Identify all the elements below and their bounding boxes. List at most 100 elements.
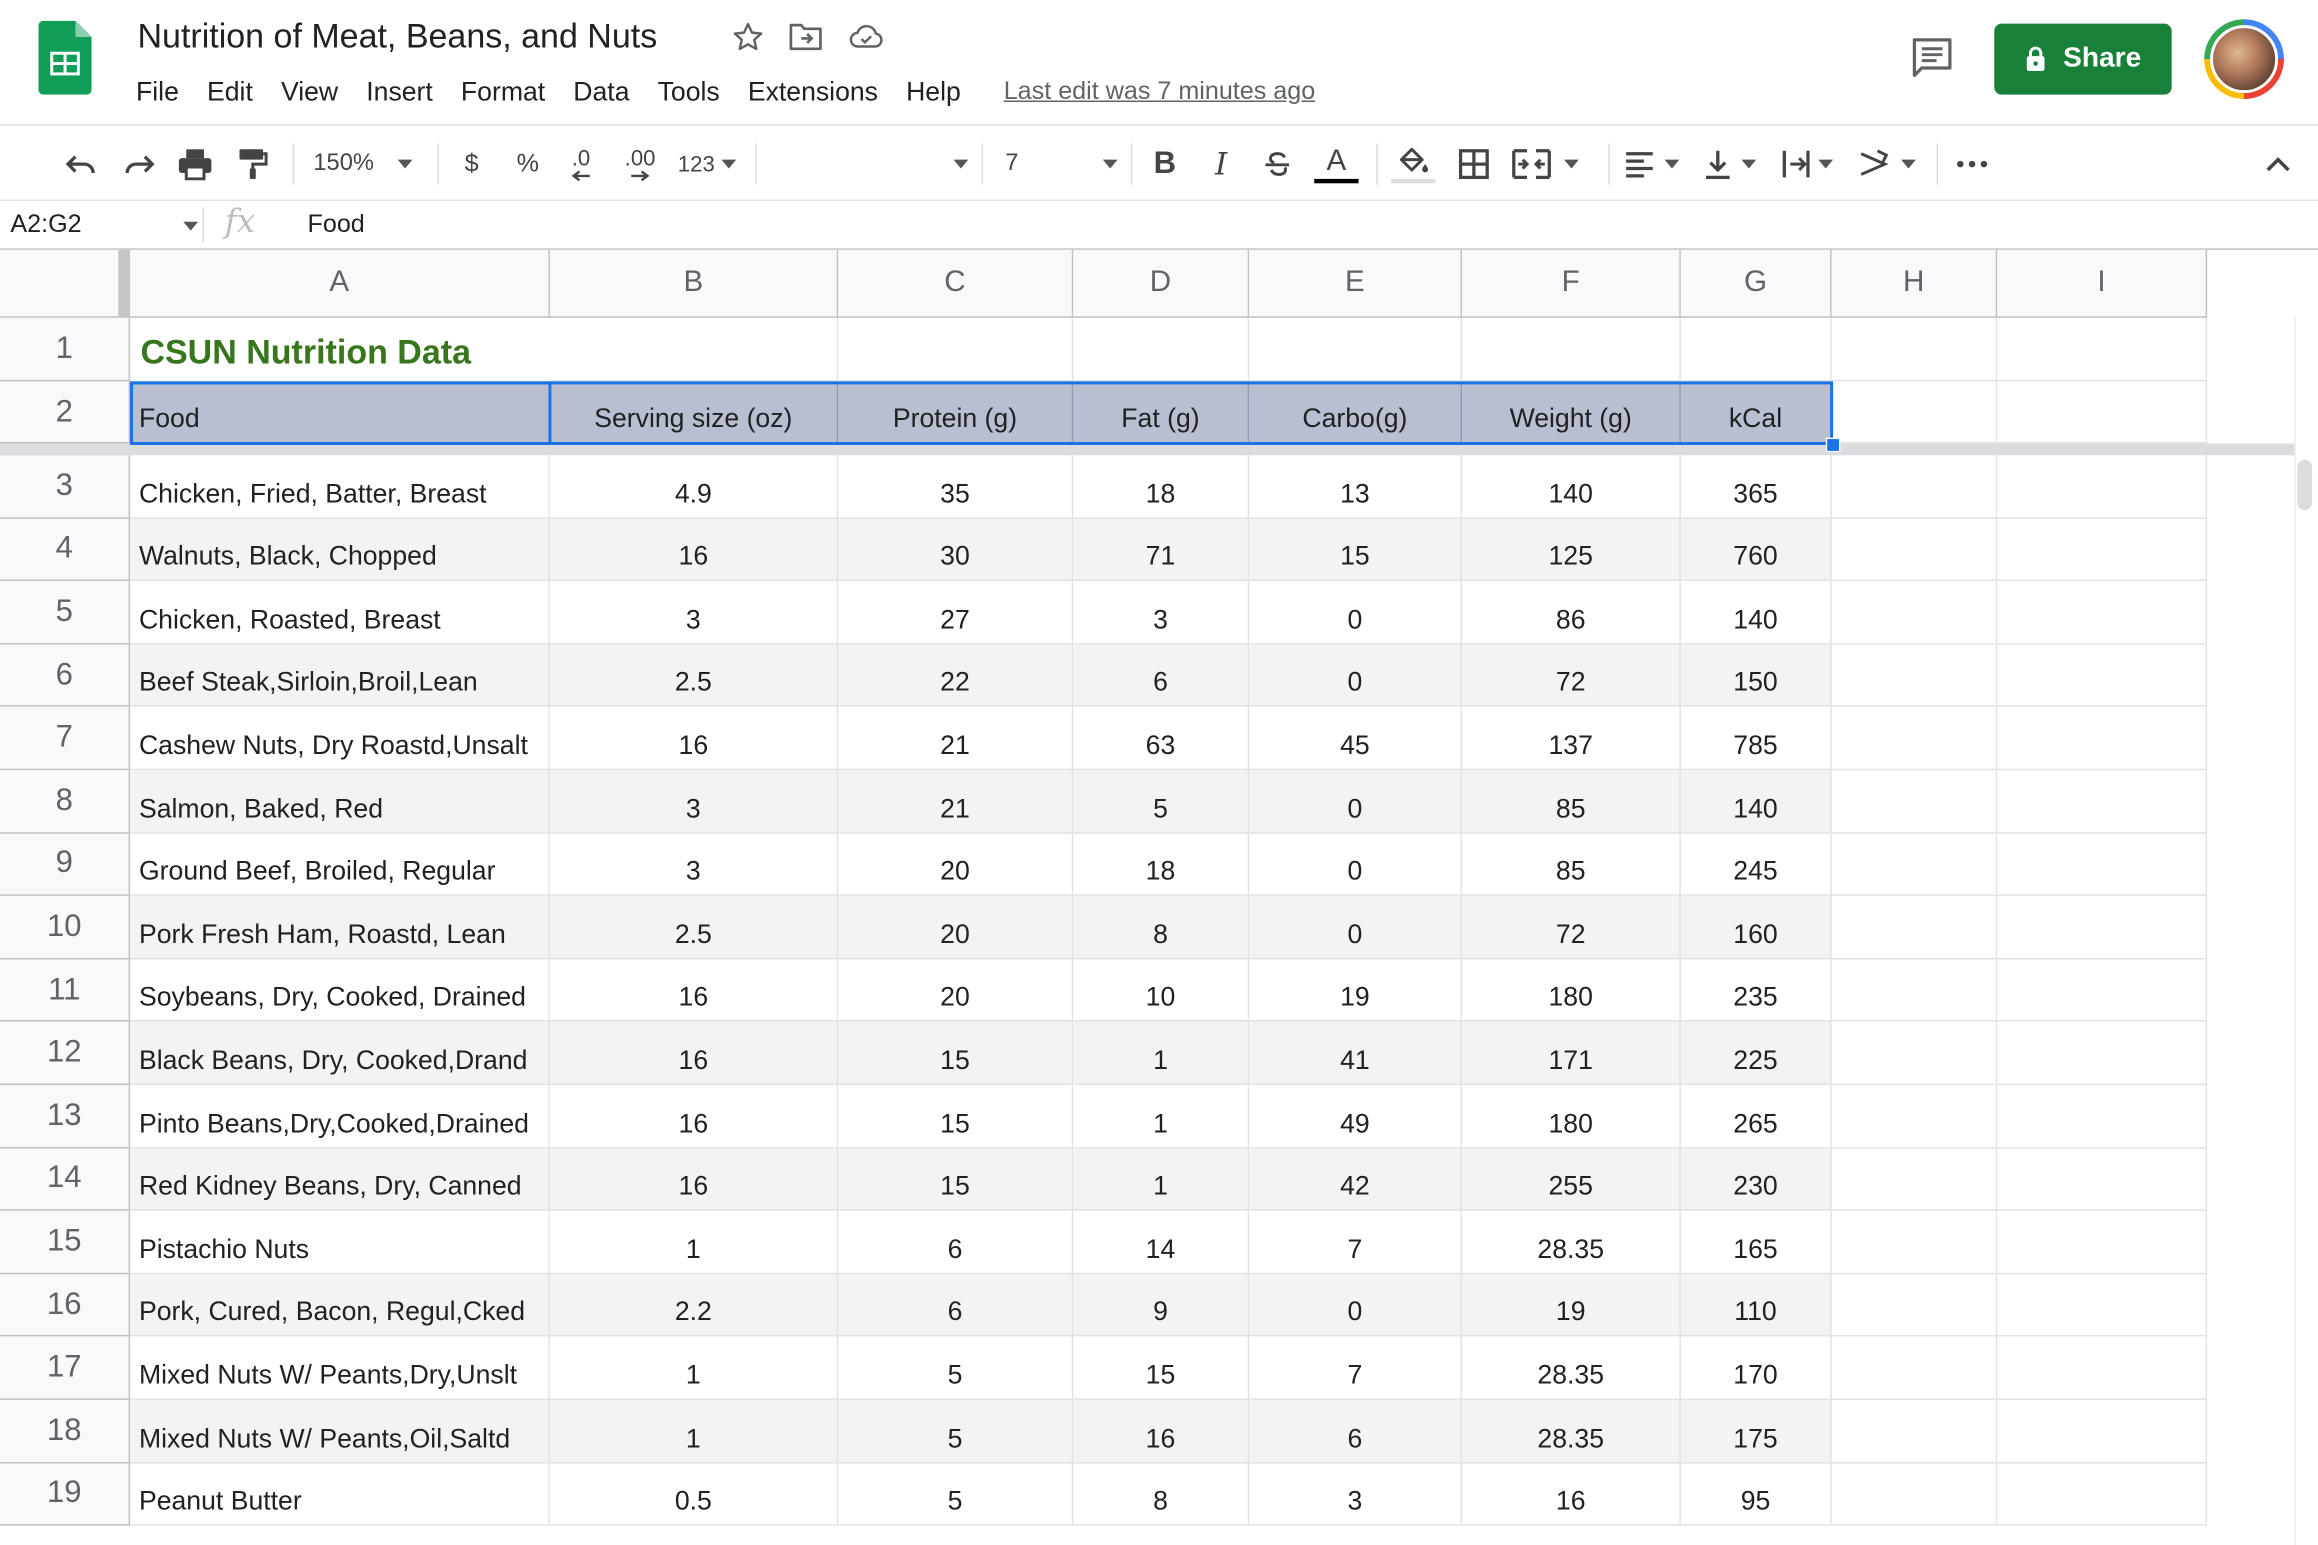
empty-cell[interactable] <box>1831 581 1998 645</box>
food-name-cell[interactable]: Pork, Cured, Bacon, Regul,Cked <box>130 1274 550 1337</box>
value-cell[interactable]: 137 <box>1462 707 1681 771</box>
empty-cell[interactable] <box>1997 518 2208 582</box>
menu-edit[interactable]: Edit <box>207 76 253 107</box>
header-cell[interactable]: Carbo(g) <box>1249 381 1463 444</box>
menu-help[interactable]: Help <box>906 76 961 107</box>
value-cell[interactable]: 0 <box>1249 770 1463 834</box>
fill-color-icon[interactable] <box>1390 143 1437 184</box>
value-cell[interactable]: 2.5 <box>549 896 839 960</box>
column-header-i[interactable]: I <box>1997 249 2208 318</box>
value-cell[interactable]: 20 <box>838 896 1074 960</box>
value-cell[interactable]: 15 <box>1073 1336 1250 1400</box>
empty-cell[interactable] <box>1831 317 1998 382</box>
value-cell[interactable]: 170 <box>1680 1336 1832 1400</box>
menu-data[interactable]: Data <box>573 76 629 107</box>
value-cell[interactable]: 5 <box>1073 770 1250 834</box>
row-header-8[interactable]: 8 <box>0 770 131 834</box>
value-cell[interactable]: 15 <box>1249 518 1463 582</box>
row-header-5[interactable]: 5 <box>0 581 131 645</box>
select-all-corner[interactable] <box>0 249 131 318</box>
value-cell[interactable]: 7 <box>1249 1211 1463 1274</box>
empty-cell[interactable] <box>1997 1022 2208 1086</box>
value-cell[interactable]: 15 <box>838 1148 1074 1212</box>
value-cell[interactable]: 27 <box>838 581 1074 645</box>
header-cell[interactable]: Serving size (oz) <box>549 381 839 444</box>
value-cell[interactable]: 0 <box>1249 833 1463 897</box>
value-cell[interactable]: 72 <box>1462 644 1681 708</box>
empty-cell[interactable] <box>1997 1399 2208 1463</box>
merge-cells-button[interactable] <box>1511 143 1594 184</box>
column-header-c[interactable]: C <box>838 249 1074 318</box>
column-header-h[interactable]: H <box>1831 249 1998 318</box>
value-cell[interactable]: 160 <box>1680 896 1832 960</box>
food-name-cell[interactable]: Black Beans, Dry, Cooked,Drand <box>130 1022 550 1086</box>
sheet-title-cell[interactable]: CSUN Nutrition Data <box>130 318 481 382</box>
column-header-e[interactable]: E <box>1249 249 1463 318</box>
value-cell[interactable]: 15 <box>838 1085 1074 1149</box>
food-name-cell[interactable]: Mixed Nuts W/ Peants,Dry,Unslt <box>130 1336 550 1400</box>
value-cell[interactable]: 175 <box>1680 1399 1832 1463</box>
vertical-align-button[interactable] <box>1703 143 1765 184</box>
paint-format-icon[interactable] <box>231 143 275 184</box>
empty-cell[interactable] <box>1831 959 1998 1023</box>
row-header-9[interactable]: 9 <box>0 833 131 897</box>
value-cell[interactable]: 140 <box>1680 770 1832 834</box>
menu-tools[interactable]: Tools <box>658 76 720 107</box>
value-cell[interactable]: 255 <box>1462 1148 1681 1212</box>
value-cell[interactable]: 365 <box>1680 455 1832 519</box>
formula-input[interactable]: Food <box>307 210 364 240</box>
row-header-11[interactable]: 11 <box>0 959 131 1023</box>
value-cell[interactable]: 16 <box>1462 1462 1681 1526</box>
empty-cell[interactable] <box>1831 1399 1998 1463</box>
row-header-10[interactable]: 10 <box>0 896 131 960</box>
italic-button[interactable]: I <box>1202 143 1240 184</box>
empty-cell[interactable] <box>1073 317 1250 382</box>
currency-format-button[interactable]: $ <box>454 143 489 184</box>
column-header-g[interactable]: G <box>1680 249 1832 318</box>
value-cell[interactable]: 1 <box>549 1336 839 1400</box>
value-cell[interactable]: 1 <box>1073 1022 1250 1086</box>
value-cell[interactable]: 230 <box>1680 1148 1832 1212</box>
name-box[interactable]: A2:G2 <box>10 210 81 240</box>
empty-cell[interactable] <box>1831 1085 1998 1149</box>
value-cell[interactable]: 0 <box>1249 896 1463 960</box>
value-cell[interactable]: 225 <box>1680 1022 1832 1086</box>
share-button[interactable]: Share <box>1994 23 2172 95</box>
vertical-scrollbar-thumb[interactable] <box>2297 459 2313 511</box>
print-icon[interactable] <box>173 143 217 184</box>
menu-view[interactable]: View <box>281 76 338 107</box>
empty-cell[interactable] <box>1831 770 1998 834</box>
empty-cell[interactable] <box>1831 644 1998 708</box>
strikethrough-icon[interactable] <box>1258 143 1296 184</box>
value-cell[interactable]: 41 <box>1249 1022 1463 1086</box>
row-header-16[interactable]: 16 <box>0 1274 131 1337</box>
value-cell[interactable]: 265 <box>1680 1085 1832 1149</box>
freeze-column-handle[interactable] <box>118 249 131 318</box>
value-cell[interactable]: 0 <box>1249 644 1463 708</box>
empty-cell[interactable] <box>1249 317 1463 382</box>
value-cell[interactable]: 1 <box>1073 1148 1250 1212</box>
header-cell[interactable]: Fat (g) <box>1073 381 1250 444</box>
empty-cell[interactable] <box>1997 833 2208 897</box>
column-header-b[interactable]: B <box>549 249 839 318</box>
empty-cell[interactable] <box>1831 896 1998 960</box>
food-name-cell[interactable]: Chicken, Roasted, Breast <box>130 581 550 645</box>
value-cell[interactable]: 16 <box>549 1085 839 1149</box>
empty-cell[interactable] <box>1831 1022 1998 1086</box>
zoom-select[interactable]: 150% <box>313 143 422 184</box>
value-cell[interactable]: 15 <box>838 1022 1074 1086</box>
collapse-toolbar-icon[interactable] <box>2256 143 2300 184</box>
food-name-cell[interactable]: Ground Beef, Broiled, Regular <box>130 833 550 897</box>
value-cell[interactable]: 125 <box>1462 518 1681 582</box>
value-cell[interactable]: 1 <box>549 1211 839 1274</box>
text-color-button[interactable]: A <box>1311 143 1361 184</box>
menu-format[interactable]: Format <box>461 76 545 107</box>
move-folder-icon[interactable] <box>788 19 823 54</box>
value-cell[interactable]: 171 <box>1462 1022 1681 1086</box>
empty-cell[interactable] <box>1997 1085 2208 1149</box>
empty-cell[interactable] <box>838 317 1074 382</box>
value-cell[interactable]: 16 <box>1073 1399 1250 1463</box>
food-name-cell[interactable]: Walnuts, Black, Chopped <box>130 518 550 582</box>
value-cell[interactable]: 14 <box>1073 1211 1250 1274</box>
value-cell[interactable]: 22 <box>838 644 1074 708</box>
